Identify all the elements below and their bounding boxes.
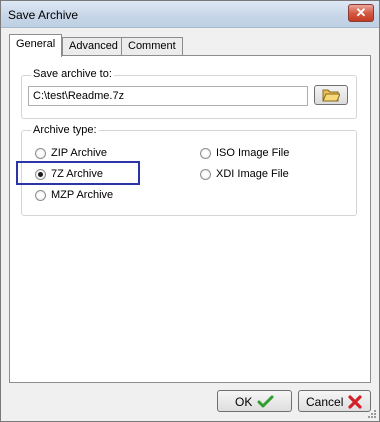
resize-grip-icon[interactable]: [367, 409, 377, 419]
ok-button-label: OK: [235, 395, 253, 409]
ok-button[interactable]: OK: [217, 390, 292, 412]
cancel-button[interactable]: Cancel: [298, 390, 371, 412]
radio-label: ZIP Archive: [51, 147, 108, 159]
selection-highlight-box: [16, 161, 140, 185]
tab-general[interactable]: General: [9, 34, 63, 57]
radio-label: MZP Archive: [51, 189, 114, 201]
window-title: Save Archive: [8, 8, 79, 22]
browse-button[interactable]: [314, 85, 348, 105]
radio-label: XDI Image File: [216, 168, 289, 180]
folder-open-icon: [322, 89, 340, 102]
archive-type-label: Archive type:: [31, 124, 99, 136]
cross-icon: [348, 395, 362, 409]
save-archive-dialog: Save Archive ✕ General Advanced Comment …: [0, 0, 380, 422]
save-to-label: Save archive to:: [31, 68, 114, 80]
tab-advanced[interactable]: Advanced: [62, 37, 125, 56]
cancel-button-label: Cancel: [306, 395, 344, 409]
title-bar[interactable]: Save Archive ✕: [1, 1, 379, 28]
save-path-input[interactable]: [28, 86, 308, 106]
checkmark-icon: [257, 395, 274, 408]
radio-label: ISO Image File: [216, 147, 290, 159]
radio-button[interactable]: [200, 169, 211, 180]
radio-button[interactable]: [35, 148, 46, 159]
radio-button[interactable]: [35, 190, 46, 201]
close-icon: ✕: [355, 5, 367, 20]
tab-comment[interactable]: Comment: [121, 37, 183, 56]
radio-button[interactable]: [200, 148, 211, 159]
close-button[interactable]: ✕: [348, 4, 374, 22]
